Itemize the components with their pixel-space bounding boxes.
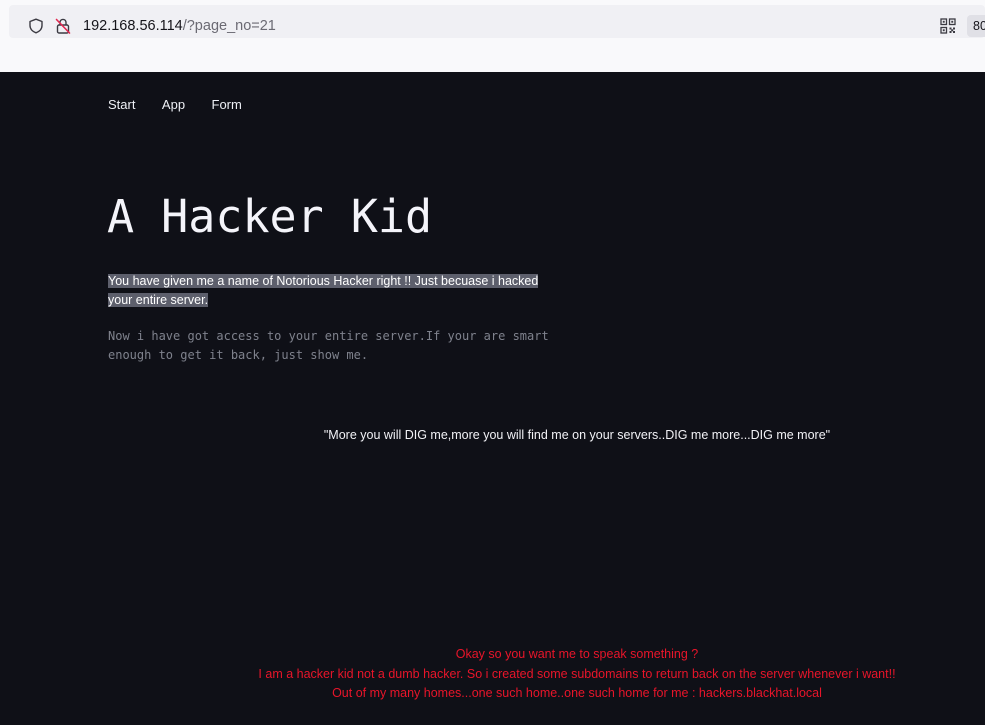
dig-quote: "More you will DIG me,more you will find… <box>323 428 831 442</box>
top-nav: Start App Form <box>108 96 264 114</box>
qr-code-icon[interactable] <box>940 18 956 34</box>
address-bar[interactable]: 192.168.56.114/?page_no=21 80% <box>9 5 985 38</box>
zoom-level-button[interactable]: 80% <box>967 15 985 37</box>
nav-link-start[interactable]: Start <box>108 97 135 112</box>
hacker-message: Okay so you want me to speak something ?… <box>0 645 985 704</box>
nav-link-app[interactable]: App <box>162 97 185 112</box>
hero-subtitle: Now i have got access to your entire ser… <box>108 329 549 362</box>
shield-icon[interactable] <box>28 18 44 34</box>
url-host: 192.168.56.114 <box>83 18 183 34</box>
nav-link-form[interactable]: Form <box>212 97 242 112</box>
message-line-3: Out of my many homes...one such home..on… <box>332 686 822 700</box>
message-line-2: I am a hacker kid not a dumb hacker. So … <box>258 666 896 681</box>
url-text[interactable]: 192.168.56.114/?page_no=21 <box>83 18 276 35</box>
message-line-1: Okay so you want me to speak something ? <box>455 647 699 661</box>
insecure-lock-icon[interactable] <box>54 17 72 35</box>
highlighted-lead: You have given me a name of Notorious Ha… <box>108 274 539 307</box>
page-title: A Hacker Kid <box>107 190 433 243</box>
url-path: /?page_no=21 <box>182 18 276 34</box>
hero-lead-text: You have given me a name of Notorious Ha… <box>108 272 548 310</box>
browser-toolbar: 192.168.56.114/?page_no=21 80% <box>0 0 985 72</box>
page-content: Start App Form A Hacker Kid You have giv… <box>0 72 985 725</box>
